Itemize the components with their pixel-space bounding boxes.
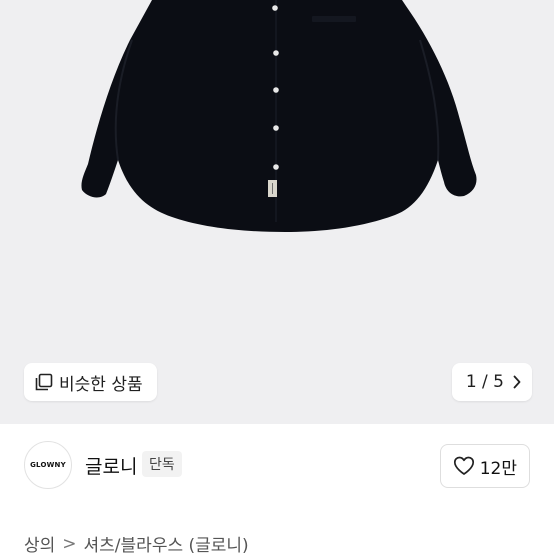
brand-name[interactable]: 글로니 xyxy=(85,452,137,479)
chevron-right-icon xyxy=(513,375,521,389)
like-button[interactable]: 12만 xyxy=(439,444,530,488)
like-count: 12만 xyxy=(479,458,517,479)
seller-row: GLOWNY 글로니 단독 12만 xyxy=(0,424,554,510)
similar-products-button[interactable]: 비슷한 상품 xyxy=(24,363,157,401)
product-image-gallery[interactable]: 비슷한 상품 1 / 5 xyxy=(0,0,554,424)
breadcrumb-category[interactable]: 상의 xyxy=(24,531,55,556)
breadcrumb-separator: > xyxy=(62,533,77,554)
exclusive-badge: 단독 xyxy=(142,451,182,477)
brand-logo-text: GLOWNY xyxy=(30,461,66,469)
breadcrumb: 상의 > 셔츠/블라우스 (글로니) xyxy=(24,531,249,556)
heart-icon xyxy=(453,456,474,475)
image-pager-count: 1 / 5 xyxy=(465,372,504,392)
product-image xyxy=(81,0,477,232)
similar-products-label: 비슷한 상품 xyxy=(59,374,143,395)
brand-logo[interactable]: GLOWNY xyxy=(24,441,72,489)
similar-products-icon xyxy=(35,373,53,391)
breadcrumb-subcategory[interactable]: 셔츠/블라우스 (글로니) xyxy=(84,531,249,556)
image-pager-button[interactable]: 1 / 5 xyxy=(451,363,532,401)
